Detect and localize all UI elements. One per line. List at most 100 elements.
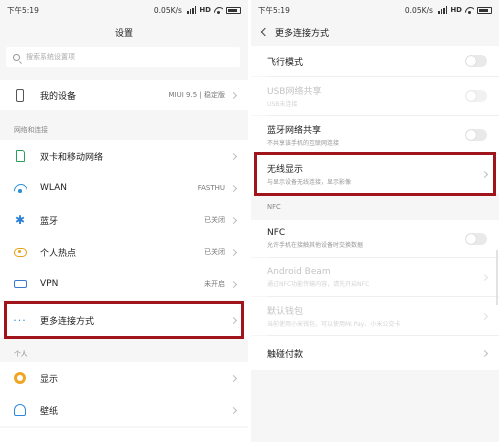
search-input[interactable]: 搜索系统设置项 <box>6 47 240 67</box>
status-net-speed: 0.05K/s <box>404 5 433 15</box>
more-dots-icon: ··· <box>13 313 27 327</box>
status-icons: HD <box>186 6 241 14</box>
wlan-item[interactable]: WLAN FASTHU <box>0 172 248 204</box>
chevron-right-icon <box>229 184 238 192</box>
sim-network-label: 双卡和移动网络 <box>40 152 104 163</box>
chevron-right-icon <box>229 152 238 160</box>
page-title-bar: 设置 <box>0 20 248 44</box>
airplane-mode-toggle[interactable] <box>465 55 487 67</box>
vpn-item[interactable]: VPN 未开启 <box>0 268 248 300</box>
hd-label: HD <box>450 6 462 14</box>
section-personal-header: 个人 <box>14 350 28 358</box>
nfc-sub: 允许手机在接触其他设备时交换数据 <box>267 242 364 249</box>
status-time: 下午5:19 <box>7 5 39 15</box>
page-title-bar: 更多连接方式 <box>251 20 499 44</box>
scroll-indicator <box>496 250 498 305</box>
android-beam-sub: 通过NFC功能传输内容，请先开启NFC <box>267 280 370 288</box>
chevron-right-icon <box>229 406 238 414</box>
phone-icon <box>0 88 40 102</box>
bluetooth-tethering-item[interactable]: 蓝牙网络共享 不共享该手机的互联网连接 <box>251 116 499 153</box>
bluetooth-tethering-toggle[interactable] <box>465 128 487 141</box>
wifi-icon <box>0 183 40 193</box>
my-device-label: 我的设备 <box>40 91 77 102</box>
vpn-value: 未开启 <box>204 280 225 288</box>
status-bar: 下午5:19 0.05K/s HD <box>0 0 248 20</box>
status-net-speed: 0.05K/s <box>153 5 182 15</box>
bluetooth-label: 蓝牙 <box>40 216 59 227</box>
default-wallet-sub: 当前使用小米钱包，可以使用Mi Pay、小米公交卡 <box>267 321 401 328</box>
vpn-label: VPN <box>40 279 59 289</box>
airplane-mode-item[interactable]: 飞行模式 <box>251 46 499 76</box>
chevron-right-icon <box>480 312 489 320</box>
status-time: 下午5:19 <box>258 5 290 15</box>
airplane-mode-label: 飞行模式 <box>267 57 304 68</box>
chevron-right-icon <box>229 91 238 99</box>
sim-card-icon <box>0 150 40 162</box>
chevron-right-icon <box>229 316 238 324</box>
wifi-status-icon <box>214 7 223 14</box>
hotspot-icon <box>0 247 40 257</box>
bluetooth-tethering-label: 蓝牙网络共享 <box>267 125 322 136</box>
vpn-icon <box>0 280 40 288</box>
section-nfc-header: NFC <box>267 203 281 211</box>
android-beam-label: Android Beam <box>267 266 331 277</box>
my-device-item[interactable]: 我的设备 MIUI 9.5 | 稳定版 <box>0 80 248 110</box>
bluetooth-item[interactable]: ✱ 蓝牙 已关闭 <box>0 204 248 236</box>
nfc-item[interactable]: NFC 允许手机在接触其他设备时交换数据 <box>251 220 499 257</box>
display-icon <box>0 372 40 384</box>
wlan-value: FASTHU <box>197 184 225 192</box>
chevron-right-icon <box>229 248 238 256</box>
wallpaper-icon <box>0 404 40 416</box>
partial-item[interactable] <box>0 428 248 442</box>
hotspot-value: 已关闭 <box>204 248 225 256</box>
wallpaper-item[interactable]: 壁纸 <box>0 394 248 426</box>
wireless-display-sub: 与显示设备无线连接，显示影像 <box>267 179 352 186</box>
android-beam-item[interactable]: Android Beam 通过NFC功能传输内容，请先开启NFC <box>251 258 499 296</box>
nfc-toggle[interactable] <box>465 232 487 245</box>
chevron-right-icon <box>480 273 489 281</box>
bluetooth-icon: ✱ <box>14 213 26 227</box>
chevron-right-icon <box>229 280 238 288</box>
display-item[interactable]: 显示 <box>0 362 248 394</box>
more-connections-item[interactable]: ··· 更多连接方式 <box>0 301 248 339</box>
signal-icon <box>186 6 197 14</box>
wireless-display-item[interactable]: 无线显示 与显示设备无线连接，显示影像 <box>251 154 499 194</box>
wifi-status-icon <box>465 7 474 14</box>
battery-icon <box>477 6 492 14</box>
chevron-right-icon <box>229 374 238 382</box>
chevron-right-icon <box>480 349 489 357</box>
my-device-value: MIUI 9.5 | 稳定版 <box>168 91 225 99</box>
page-title: 更多连接方式 <box>275 28 330 39</box>
search-icon <box>13 53 20 61</box>
battery-icon <box>226 6 241 14</box>
usb-tethering-sub: USB未连接 <box>267 101 298 108</box>
nfc-label: NFC <box>267 228 286 238</box>
usb-tethering-toggle[interactable] <box>465 90 487 102</box>
signal-icon <box>437 6 448 14</box>
page-title: 设置 <box>114 28 133 39</box>
hotspot-label: 个人热点 <box>40 248 77 259</box>
status-icons: HD <box>437 6 492 14</box>
bluetooth-value: 已关闭 <box>204 216 225 224</box>
tap-to-pay-label: 触碰付款 <box>267 349 304 360</box>
usb-tethering-item[interactable]: USB网络共享 USB未连接 <box>251 77 499 115</box>
wallpaper-label: 壁纸 <box>40 406 59 417</box>
wlan-label: WLAN <box>40 183 68 193</box>
bluetooth-tethering-sub: 不共享该手机的互联网连接 <box>267 139 340 147</box>
search-placeholder: 搜索系统设置项 <box>26 53 75 61</box>
sim-network-item[interactable]: 双卡和移动网络 <box>0 140 248 172</box>
settings-screen: 下午5:19 0.05K/s HD 设置 搜索系统设置项 我的设备 MIUI 9… <box>0 0 248 442</box>
section-network-header: 网络和连接 <box>14 126 48 134</box>
back-arrow-icon[interactable] <box>257 25 271 39</box>
hd-label: HD <box>199 6 211 14</box>
wireless-display-label: 无线显示 <box>267 165 304 175</box>
hotspot-item[interactable]: 个人热点 已关闭 <box>0 236 248 268</box>
more-connections-label: 更多连接方式 <box>40 316 95 327</box>
default-wallet-item[interactable]: 默认钱包 当前使用小米钱包，可以使用Mi Pay、小米公交卡 <box>251 297 499 335</box>
chevron-right-icon <box>480 170 489 178</box>
chevron-right-icon <box>229 216 238 224</box>
usb-tethering-label: USB网络共享 <box>267 87 322 97</box>
tap-to-pay-item[interactable]: 触碰付款 <box>251 336 499 370</box>
display-label: 显示 <box>40 374 59 385</box>
status-bar: 下午5:19 0.05K/s HD <box>251 0 499 20</box>
